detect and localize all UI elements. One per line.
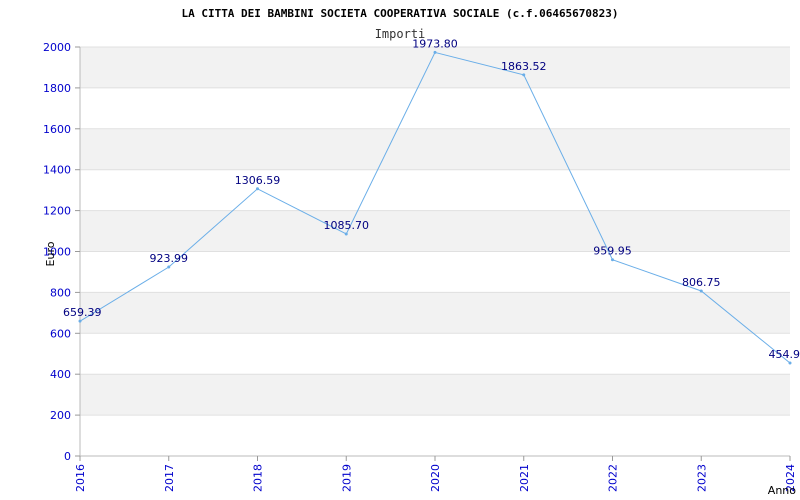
data-point xyxy=(433,50,437,54)
chart-title: LA CITTA DEI BAMBINI SOCIETA COOPERATIVA… xyxy=(181,7,618,20)
x-axis-ticks: 2016 2017 2018 2019 2020 2021 2022 2023 2024 xyxy=(74,456,797,492)
data-label: 959.95 xyxy=(593,245,632,258)
grid-band xyxy=(80,128,790,170)
y-tick-label: 200 xyxy=(50,409,71,422)
x-tick-label: 2018 xyxy=(252,464,265,492)
grid-band xyxy=(80,374,790,416)
x-tick-label: 2016 xyxy=(74,464,87,492)
grid-band xyxy=(80,292,790,334)
x-tick-label: 2023 xyxy=(695,464,708,492)
data-point xyxy=(699,289,703,293)
y-tick-label: 0 xyxy=(64,450,71,463)
y-tick-label: 600 xyxy=(50,327,71,340)
x-tick-label: 2021 xyxy=(518,464,531,492)
data-label: 1863.52 xyxy=(501,60,547,73)
data-label: 923.99 xyxy=(150,252,189,265)
grid-band xyxy=(80,210,790,252)
data-point xyxy=(78,319,82,323)
data-label: 659.39 xyxy=(63,306,102,319)
x-tick-label: 2019 xyxy=(340,464,353,492)
x-axis-label: Anno xyxy=(768,484,796,497)
line-chart: LA CITTA DEI BAMBINI SOCIETA COOPERATIVA… xyxy=(43,7,800,497)
data-point xyxy=(167,265,171,269)
x-tick-label: 2017 xyxy=(163,464,176,492)
y-tick-label: 1400 xyxy=(43,164,71,177)
data-label: 1973.80 xyxy=(412,37,458,50)
x-tick-label: 2022 xyxy=(607,464,620,492)
y-axis-label: Euro xyxy=(44,241,57,266)
grid-bands xyxy=(80,47,790,416)
y-tick-label: 400 xyxy=(50,368,71,381)
data-point xyxy=(788,361,792,365)
data-point xyxy=(344,232,348,236)
data-label: 454.9 xyxy=(769,348,800,361)
data-point xyxy=(522,73,526,77)
y-tick-label: 1200 xyxy=(43,205,71,218)
y-tick-label: 800 xyxy=(50,286,71,299)
data-point xyxy=(256,187,259,191)
data-point xyxy=(611,258,614,262)
y-tick-label: 1800 xyxy=(43,82,71,95)
x-tick-label: 2020 xyxy=(429,464,442,492)
data-label: 1085.70 xyxy=(324,219,370,232)
y-tick-label: 2000 xyxy=(43,41,71,54)
y-tick-label: 1600 xyxy=(43,123,71,136)
data-label: 806.75 xyxy=(682,276,721,289)
data-label: 1306.59 xyxy=(235,174,281,187)
